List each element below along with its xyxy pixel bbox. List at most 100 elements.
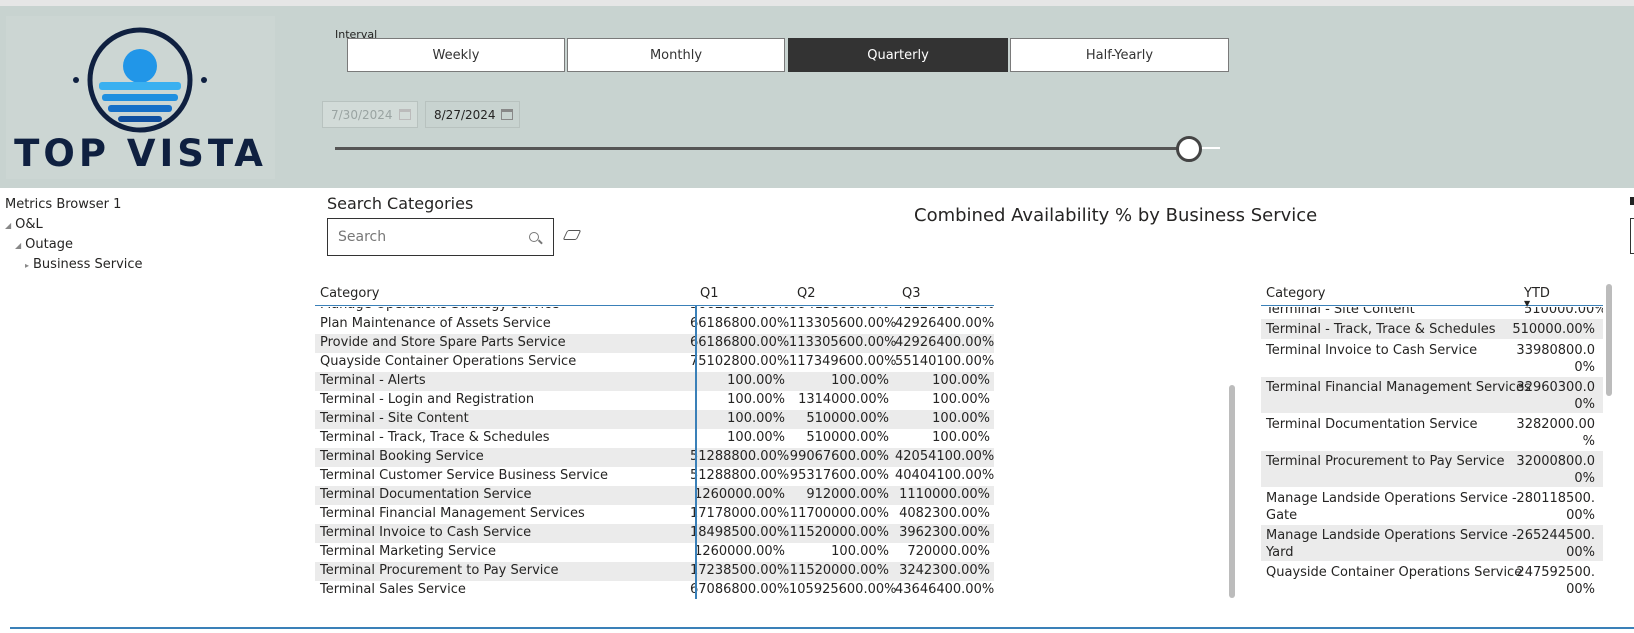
search-input[interactable]: Search [327, 218, 554, 256]
date-slider-handle[interactable] [1176, 136, 1202, 162]
header-panel: TOP VISTA Interval [0, 6, 1634, 188]
cell-value: 100.00% [727, 411, 785, 426]
cell-value: 51288800.00% [690, 449, 790, 464]
cell-category: Manage Operations Strategy Service [320, 307, 559, 312]
table-row[interactable]: Terminal - Track, Trace & Schedules 100.0… [315, 429, 994, 448]
table-row[interactable]: Terminal Documentation Service 1260000.00… [315, 486, 994, 505]
search-icon[interactable] [529, 232, 539, 242]
cell-value: 17178000.00% [690, 506, 790, 521]
bottom-divider [10, 627, 1634, 629]
table-row[interactable]: Terminal - Site Content 510000.00% [1261, 307, 1603, 317]
cell-value: 0% [1574, 471, 1595, 486]
table-row[interactable]: Terminal Customer Service Business Servi… [315, 467, 994, 486]
cell-value: 32960300.0 [1516, 380, 1595, 395]
cell-category: Terminal - Site Content [320, 411, 469, 426]
table-row[interactable]: Terminal Financial Management Services 32… [1261, 377, 1603, 413]
date-slider-track[interactable] [335, 147, 1190, 150]
cell-category: Terminal Customer Service Business Servi… [320, 468, 609, 483]
cell-value: 100.00% [932, 392, 990, 407]
interval-quarterly-button[interactable]: Quarterly [788, 38, 1008, 72]
cell-category: Terminal Financial Management Services [1266, 380, 1531, 395]
cell-value: 100.00% [831, 373, 889, 388]
table-row[interactable]: Manage Landside Operations Service - Gate… [1261, 488, 1603, 524]
interval-monthly-button[interactable]: Monthly [567, 38, 785, 72]
cell-value: 265244500. [1516, 528, 1595, 543]
table-row[interactable]: Terminal Documentation Service 3282000.00… [1261, 414, 1603, 450]
partial-row-clip: Manage Operations Strategy Service 506288… [315, 307, 994, 313]
cell-category: Terminal Documentation Service [320, 487, 532, 502]
cell-value: 11520000.00% [789, 563, 889, 578]
cell-value: 42926400.00% [895, 335, 995, 350]
partial-row-clip: Terminal - Site Content 510000.00% [1261, 307, 1603, 317]
logo-text: TOP VISTA [14, 132, 267, 175]
cell-value: 720000.00% [907, 544, 990, 559]
cell-value: 17238500.00% [690, 563, 790, 578]
cell-category: Terminal - Track, Trace & Schedules [1266, 322, 1496, 337]
table-row[interactable]: Plan Maintenance of Assets Service 661868… [315, 315, 994, 334]
cell-value: 43646400.00% [895, 582, 995, 597]
cell-value: 50628800.00% [690, 307, 789, 312]
table-row[interactable]: Terminal - Site Content 100.00% 510000.00%… [315, 410, 994, 429]
expanded-caret-icon[interactable]: ◢ [15, 241, 21, 250]
table-row[interactable]: Terminal Booking Service 51288800.00% 9906… [315, 448, 994, 467]
calendar-icon[interactable] [501, 109, 513, 120]
cell-value: 66186800.00% [690, 335, 790, 350]
table-row[interactable]: Terminal Procurement to Pay Service 17238… [315, 562, 994, 581]
table-row[interactable]: Terminal Invoice to Cash Service 33980800… [1261, 340, 1603, 376]
clear-selections-eraser-icon[interactable] [562, 230, 582, 240]
left-table-scrollbar[interactable] [1229, 385, 1235, 598]
table-row[interactable]: Terminal - Login and Registration 100.00%… [315, 391, 994, 410]
collapsed-caret-icon[interactable]: ▸ [25, 261, 29, 270]
column-header-q1[interactable]: Q1 [700, 286, 719, 301]
tree-node-business-service[interactable]: ▸ Business Service [25, 257, 143, 272]
end-date-field[interactable]: 8/27/2024 [425, 101, 520, 128]
cell-value: 99067600.00% [789, 449, 889, 464]
table-row[interactable]: Manage Landside Operations Service - Yard… [1261, 525, 1603, 561]
table-row[interactable]: Terminal - Alerts 100.00% 100.00% 100.00% [315, 372, 994, 391]
table-row[interactable]: Terminal - Track, Trace & Schedules 51000… [1261, 319, 1603, 339]
cell-value: 1110000.00% [899, 487, 990, 502]
column-header-category[interactable]: Category [1266, 286, 1325, 301]
right-table-scrollbar[interactable] [1606, 284, 1612, 396]
cell-category: Terminal Sales Service [320, 582, 466, 597]
table-row[interactable]: Provide and Store Spare Parts Service 661… [315, 334, 994, 353]
cell-value: 1260000.00% [694, 487, 785, 502]
calendar-icon[interactable] [399, 109, 411, 120]
cell-value: 33980800.0 [1516, 343, 1595, 358]
cell-value: 95317600.00% [789, 468, 889, 483]
table-row[interactable]: Quayside Container Operations Service 247… [1261, 562, 1603, 598]
table-row[interactable]: Terminal Procurement to Pay Service 32000… [1261, 451, 1603, 487]
column-header-q3[interactable]: Q3 [902, 286, 921, 301]
cell-category: Terminal Documentation Service [1266, 417, 1478, 432]
tree-node-ol[interactable]: ◢ O&L [5, 217, 43, 232]
right-table-header: Category YTD ▼ [1261, 280, 1603, 308]
table-row[interactable]: Manage Operations Strategy Service 506288… [315, 307, 994, 313]
cell-value: 100.00% [727, 392, 785, 407]
table-row[interactable]: Quayside Container Operations Service 751… [315, 353, 994, 372]
cell-value: 100.00% [932, 411, 990, 426]
interval-half-yearly-button[interactable]: Half-Yearly [1010, 38, 1229, 72]
cell-value: 510000.00% [1524, 307, 1603, 317]
cell-category: Terminal Invoice to Cash Service [1266, 343, 1478, 358]
interval-weekly-button[interactable]: Weekly [347, 38, 565, 72]
start-date-value: 7/30/2024 [331, 107, 393, 122]
cell-category: Quayside Container Operations Service [1266, 565, 1523, 580]
column-header-q2[interactable]: Q2 [797, 286, 816, 301]
cell-category: Quayside Container Operations Service [320, 354, 577, 369]
table-row[interactable]: Terminal Sales Service 67086800.00% 105925… [315, 581, 994, 600]
cell-value: 32000800.0 [1516, 454, 1595, 469]
table-row[interactable]: Terminal Financial Management Services 17… [315, 505, 994, 524]
offscreen-visual-edge [1630, 218, 1634, 254]
table-row[interactable]: Terminal Marketing Service 1260000.00% 100… [315, 543, 994, 562]
cell-value: 4082300.00% [899, 506, 990, 521]
cell-category: Terminal Booking Service [320, 449, 484, 464]
table-row[interactable]: Terminal Invoice to Cash Service 18498500… [315, 524, 994, 543]
tree-node-outage[interactable]: ◢ Outage [15, 237, 73, 252]
expanded-caret-icon[interactable]: ◢ [5, 221, 11, 230]
start-date-field[interactable]: 7/30/2024 [322, 101, 418, 128]
cell-value: 3242300.00% [899, 563, 990, 578]
column-header-category[interactable]: Category [320, 286, 379, 301]
logo: TOP VISTA [6, 16, 275, 179]
cell-value: 510000.00% [806, 430, 889, 445]
search-categories-title: Search Categories [327, 194, 474, 213]
